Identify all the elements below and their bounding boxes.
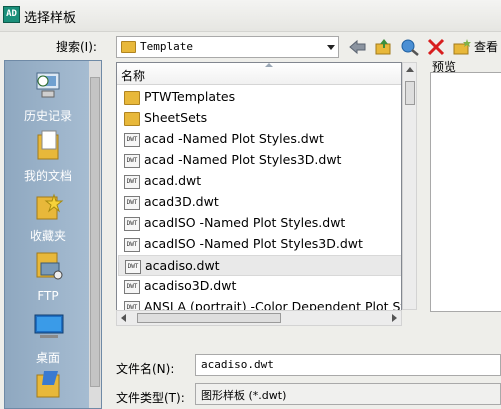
list-item[interactable]: DWT acad -Named Plot Styles.dwt — [118, 129, 401, 150]
place-label: FTP — [37, 289, 59, 303]
sort-ascending-icon — [265, 63, 273, 67]
autocad-app-icon: AD — [3, 6, 20, 23]
filetype-dropdown[interactable]: 图形样板 (*.dwt) — [195, 383, 501, 405]
dwt-file-icon: DWT — [124, 196, 140, 210]
view-menu[interactable]: 查看 — [474, 38, 498, 55]
places-scrollbar[interactable] — [89, 61, 101, 408]
column-header-label: 名称 — [121, 69, 146, 83]
lookin-value: Template — [140, 40, 193, 53]
preview-pane — [430, 72, 501, 312]
scrollbar-thumb[interactable] — [405, 81, 415, 105]
list-item-label: acadiso.dwt — [145, 258, 220, 273]
list-item[interactable]: DWT acadISO -Named Plot Styles3D.dwt — [118, 234, 401, 255]
list-item-label: acadISO -Named Plot Styles.dwt — [144, 215, 346, 230]
scrollbar-thumb[interactable] — [90, 77, 100, 387]
list-item[interactable]: DWT acad3D.dwt — [118, 192, 401, 213]
scroll-up-arrow-icon[interactable] — [406, 67, 414, 72]
list-item-label: acad3D.dwt — [144, 194, 219, 209]
list-item-label: PTWTemplates — [144, 89, 236, 104]
column-header-name[interactable]: 名称 — [117, 63, 401, 85]
list-item[interactable]: DWT acad.dwt — [118, 171, 401, 192]
filename-label: 文件名(N): — [116, 362, 175, 376]
window-title: 选择样板 — [24, 11, 77, 26]
place-label: 我的文档 — [23, 169, 72, 183]
my-documents-icon — [37, 130, 59, 160]
list-item-label: acadiso3D.dwt — [144, 278, 237, 293]
place-label: 历史记录 — [23, 109, 72, 123]
scrollbar-thumb[interactable] — [137, 313, 281, 323]
filename-input[interactable]: acadiso.dwt — [195, 354, 501, 376]
up-folder-icon[interactable] — [374, 38, 394, 56]
file-list-horizontal-scrollbar[interactable] — [116, 310, 402, 326]
list-item-label: acad -Named Plot Styles.dwt — [144, 131, 324, 146]
list-item-label: SheetSets — [144, 110, 208, 125]
place-label: 收藏夹 — [29, 229, 66, 243]
title-bar: AD 选择样板 — [0, 0, 501, 32]
places-bar: 历史记录 我的文档 收藏夹 FTP 桌面 — [4, 60, 102, 409]
folder-icon — [121, 41, 136, 53]
back-arrow-icon[interactable] — [348, 38, 368, 56]
filetype-label: 文件类型(T): — [116, 391, 185, 405]
list-item[interactable]: SheetSets — [118, 108, 401, 129]
select-template-dialog: AD 选择样板 搜索(I): Template 查看 历史记录 我的文档 收藏夹… — [0, 0, 501, 409]
folder-icon — [36, 371, 60, 398]
folder-icon — [124, 91, 140, 105]
list-item-label: acad.dwt — [144, 173, 202, 188]
favorites-icon — [36, 193, 64, 220]
file-list: 名称 PTWTemplates SheetSets DWT acad -Named P… — [116, 62, 402, 326]
chevron-down-icon[interactable] — [327, 45, 335, 50]
lookin-label: 搜索(I): — [56, 40, 97, 54]
list-item[interactable]: DWT acadiso3D.dwt — [118, 276, 401, 297]
file-list-vertical-scrollbar[interactable] — [402, 62, 417, 310]
dwt-file-icon: DWT — [124, 133, 140, 147]
scroll-left-arrow-icon[interactable] — [121, 314, 126, 322]
dwt-file-icon: DWT — [124, 217, 140, 231]
list-item[interactable]: DWT acadiso.dwt — [118, 255, 401, 276]
place-label: 桌面 — [35, 351, 60, 365]
new-folder-icon[interactable] — [452, 38, 472, 56]
delete-icon[interactable] — [426, 38, 446, 56]
history-icon — [36, 72, 60, 98]
list-item-label: acadISO -Named Plot Styles3D.dwt — [144, 236, 363, 251]
ftp-icon — [36, 252, 63, 280]
dwt-file-icon: DWT — [124, 154, 140, 168]
dwt-file-icon: DWT — [124, 175, 140, 189]
lookin-dropdown[interactable]: Template — [116, 36, 339, 58]
list-item[interactable]: PTWTemplates — [118, 87, 401, 108]
scroll-right-arrow-icon[interactable] — [392, 314, 397, 322]
desktop-icon — [34, 314, 64, 338]
search-web-icon[interactable] — [400, 38, 420, 56]
dwt-file-icon: DWT — [124, 238, 140, 252]
list-item[interactable]: DWT acad -Named Plot Styles3D.dwt — [118, 150, 401, 171]
list-item-label: acad -Named Plot Styles3D.dwt — [144, 152, 342, 167]
dwt-file-icon: DWT — [124, 280, 140, 294]
dwt-file-icon: DWT — [125, 260, 141, 274]
folder-icon — [124, 112, 140, 126]
list-item[interactable]: DWT acadISO -Named Plot Styles.dwt — [118, 213, 401, 234]
